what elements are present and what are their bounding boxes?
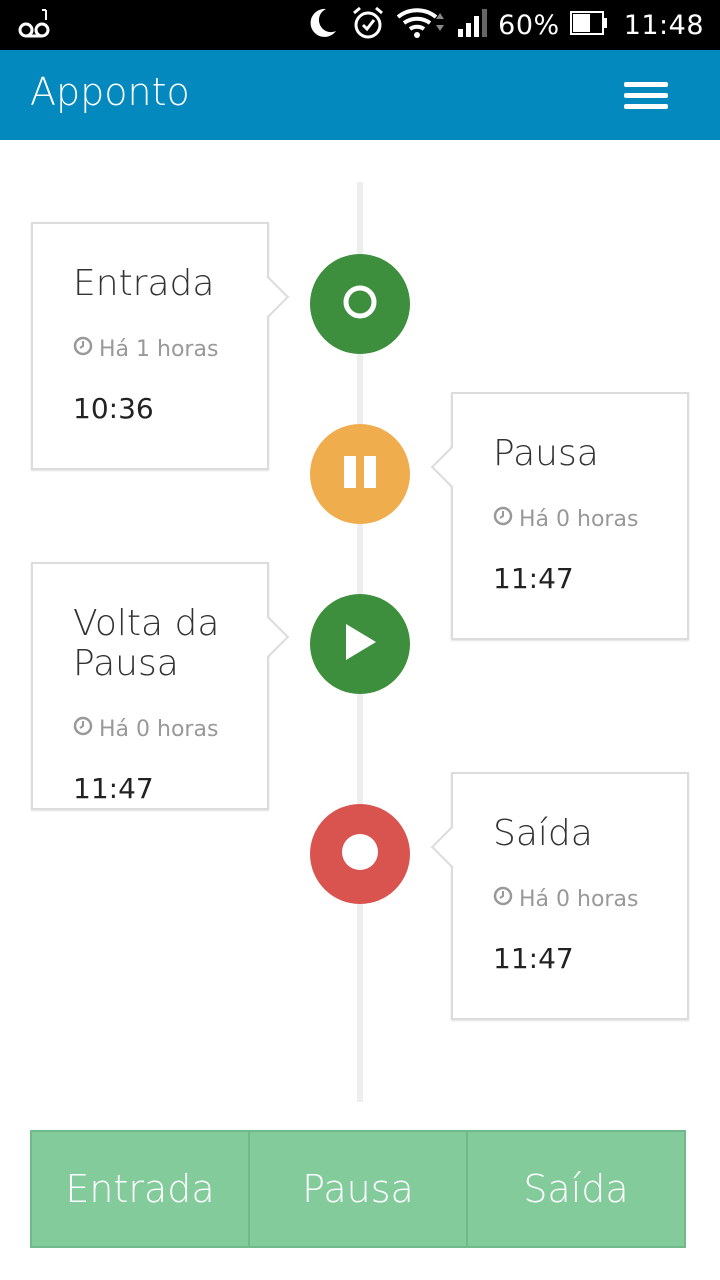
action-bar: Entrada Pausa Saída <box>30 1130 686 1248</box>
timeline-node-volta-da-pausa <box>310 594 410 694</box>
card-ago-text: Há 0 horas <box>99 716 219 742</box>
app-title: Apponto <box>30 70 190 114</box>
clock-icon <box>73 336 93 362</box>
voicemail-icon <box>18 8 52 44</box>
card-ago-text: Há 0 horas <box>519 886 639 912</box>
saida-button[interactable]: Saída <box>468 1132 684 1246</box>
timeline-card-pausa: Pausa Há 0 horas 11:47 <box>430 392 689 640</box>
pausa-button[interactable]: Pausa <box>250 1132 468 1246</box>
status-bar: 60% 11:48 <box>0 0 720 50</box>
signal-icon <box>456 7 488 43</box>
play-icon <box>340 622 380 666</box>
pause-icon <box>340 452 380 496</box>
card-time: 11:47 <box>493 942 574 975</box>
timeline-node-entrada <box>310 254 410 354</box>
card-ago: Há 0 horas <box>493 886 638 912</box>
app-bar: Apponto <box>0 50 720 140</box>
timeline-node-pausa <box>310 424 410 524</box>
alarm-icon <box>350 5 386 45</box>
card-ago: Há 0 horas <box>493 506 638 532</box>
timeline-card-entrada: Entrada Há 1 horas 10:36 <box>31 222 290 470</box>
dot-icon <box>340 832 380 876</box>
card-ago-text: Há 1 horas <box>99 336 219 362</box>
card-title: Entrada <box>73 263 215 304</box>
entrada-button[interactable]: Entrada <box>32 1132 250 1246</box>
wifi-icon <box>396 5 446 45</box>
card-title: Volta da Pausa <box>73 603 220 684</box>
battery-icon <box>569 10 608 40</box>
clock-icon <box>493 886 513 912</box>
card-time: 11:47 <box>73 772 154 805</box>
card-ago: Há 1 horas <box>73 336 218 362</box>
card-ago: Há 0 horas <box>73 716 218 742</box>
card-title: Saída <box>493 813 593 854</box>
clock-icon <box>493 506 513 532</box>
moon-icon <box>304 5 340 45</box>
timeline-card-volta-da-pausa: Volta da Pausa Há 0 horas 11:47 <box>31 562 290 810</box>
card-time: 11:47 <box>493 562 574 595</box>
timeline-node-saida <box>310 804 410 904</box>
hamburger-menu-icon[interactable] <box>612 72 680 118</box>
clock-icon <box>73 716 93 742</box>
battery-percent: 60% <box>498 9 560 41</box>
timeline-card-saida: Saída Há 0 horas 11:47 <box>430 772 689 1020</box>
card-time: 10:36 <box>73 392 154 425</box>
clock: 11:48 <box>623 9 704 41</box>
card-title: Pausa <box>493 433 599 474</box>
circle-icon <box>340 282 380 326</box>
card-ago-text: Há 0 horas <box>519 506 639 532</box>
